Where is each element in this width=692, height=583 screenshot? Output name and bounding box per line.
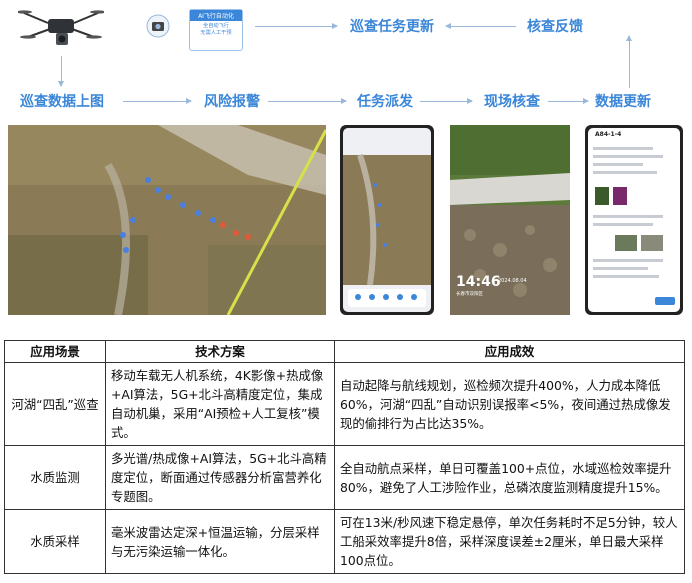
ai-box-line1: 全自动飞行	[203, 23, 229, 29]
table-row: 水质采样 毫米波雷达定深+恒温运输，分层采样与无污染运输一体化。 可在13米/秒…	[4, 509, 685, 574]
photo-address: 长春市双阳区	[456, 292, 483, 297]
row-scene: 河湖“四乱”巡查	[4, 362, 106, 446]
header-scene: 应用场景	[4, 340, 106, 363]
drone-illustration	[18, 10, 104, 45]
ai-box-title: AI飞行自动化	[190, 10, 242, 21]
phone-map-screenshot	[340, 125, 434, 315]
row-result: 全自动航点采样，单日可覆盖100+点位，水域巡检效率提升80%，避免了人工涉险作…	[334, 445, 685, 510]
arrow-4	[548, 98, 589, 104]
table-row: 河湖“四乱”巡查 移动车载无人机系统，4K影像+热成像+AI算法，5G+北斗高精…	[4, 362, 685, 446]
arrow-2	[268, 98, 347, 104]
ai-box-line2: 无需人工干预	[200, 30, 232, 36]
row-result: 可在13米/秒风速下稳定悬停，单次任务耗时不足5分钟，较人工船采效率提升8倍，采…	[334, 509, 685, 574]
step-risk-alert: 风险报警	[204, 94, 260, 110]
arrow-3	[420, 98, 473, 104]
row-scene: 水质监测	[4, 445, 106, 510]
ai-automation-box: AI飞行自动化 全自动飞行 无需人工干预	[189, 9, 243, 51]
step-task-dispatch: 任务派发	[357, 94, 413, 110]
phone-record-title: A84-1-4	[595, 131, 622, 138]
camera-icon	[146, 14, 170, 38]
arrow-from-feedback	[445, 23, 516, 29]
photo-date: 2024.08.04	[498, 278, 527, 284]
step-onsite-check: 现场核查	[484, 94, 540, 110]
table-row: 水质监测 多光谱/热成像+AI算法，5G+北斗高精度定位，断面通过传感器分析富营…	[4, 445, 685, 510]
row-tech: 毫米波雷达定深+恒温运输，分层采样与无污染运输一体化。	[105, 509, 335, 574]
phone-detail-screenshot: 12:18 A84-1-4	[585, 125, 683, 315]
table-header-row: 应用场景 技术方案 应用成效	[4, 340, 685, 363]
field-photo: 14:46 2024.08.04 长春市双阳区	[450, 125, 570, 315]
application-results-table: 应用场景 技术方案 应用成效 河湖“四乱”巡查 移动车载无人机系统，4K影像+热…	[4, 340, 685, 574]
arrow-down-from-drone	[58, 56, 64, 87]
phone-status-time: 12:18	[589, 125, 602, 130]
header-tech: 技术方案	[105, 340, 335, 363]
arrow-up-to-feedback	[626, 35, 632, 88]
satellite-map-photo	[8, 125, 326, 315]
row-scene: 水质采样	[4, 509, 106, 574]
arrow-to-task-update	[255, 23, 338, 29]
step-data-update: 数据更新	[595, 94, 651, 110]
row-tech: 移动车载无人机系统，4K影像+热成像+AI算法，5G+北斗高精度定位，集成自动机…	[105, 362, 335, 446]
step-task-update: 巡查任务更新	[350, 19, 434, 35]
row-tech: 多光谱/热成像+AI算法，5G+北斗高精度定位，断面通过传感器分析富营养化专题图…	[105, 445, 335, 510]
step-data-upload: 巡查数据上图	[20, 94, 104, 110]
workflow-diagram: AI飞行自动化 全自动飞行 无需人工干预 巡查任务更新 核查反馈 巡查数据上图 …	[0, 0, 692, 118]
row-result: 自动起降与航线规划，巡检频次提升400%，人力成本降低60%，河湖“四乱”自动识…	[334, 362, 685, 446]
header-result: 应用成效	[334, 340, 685, 363]
step-verify-feedback: 核查反馈	[527, 19, 583, 35]
photo-time: 14:46	[456, 274, 501, 290]
arrow-1	[123, 98, 192, 104]
